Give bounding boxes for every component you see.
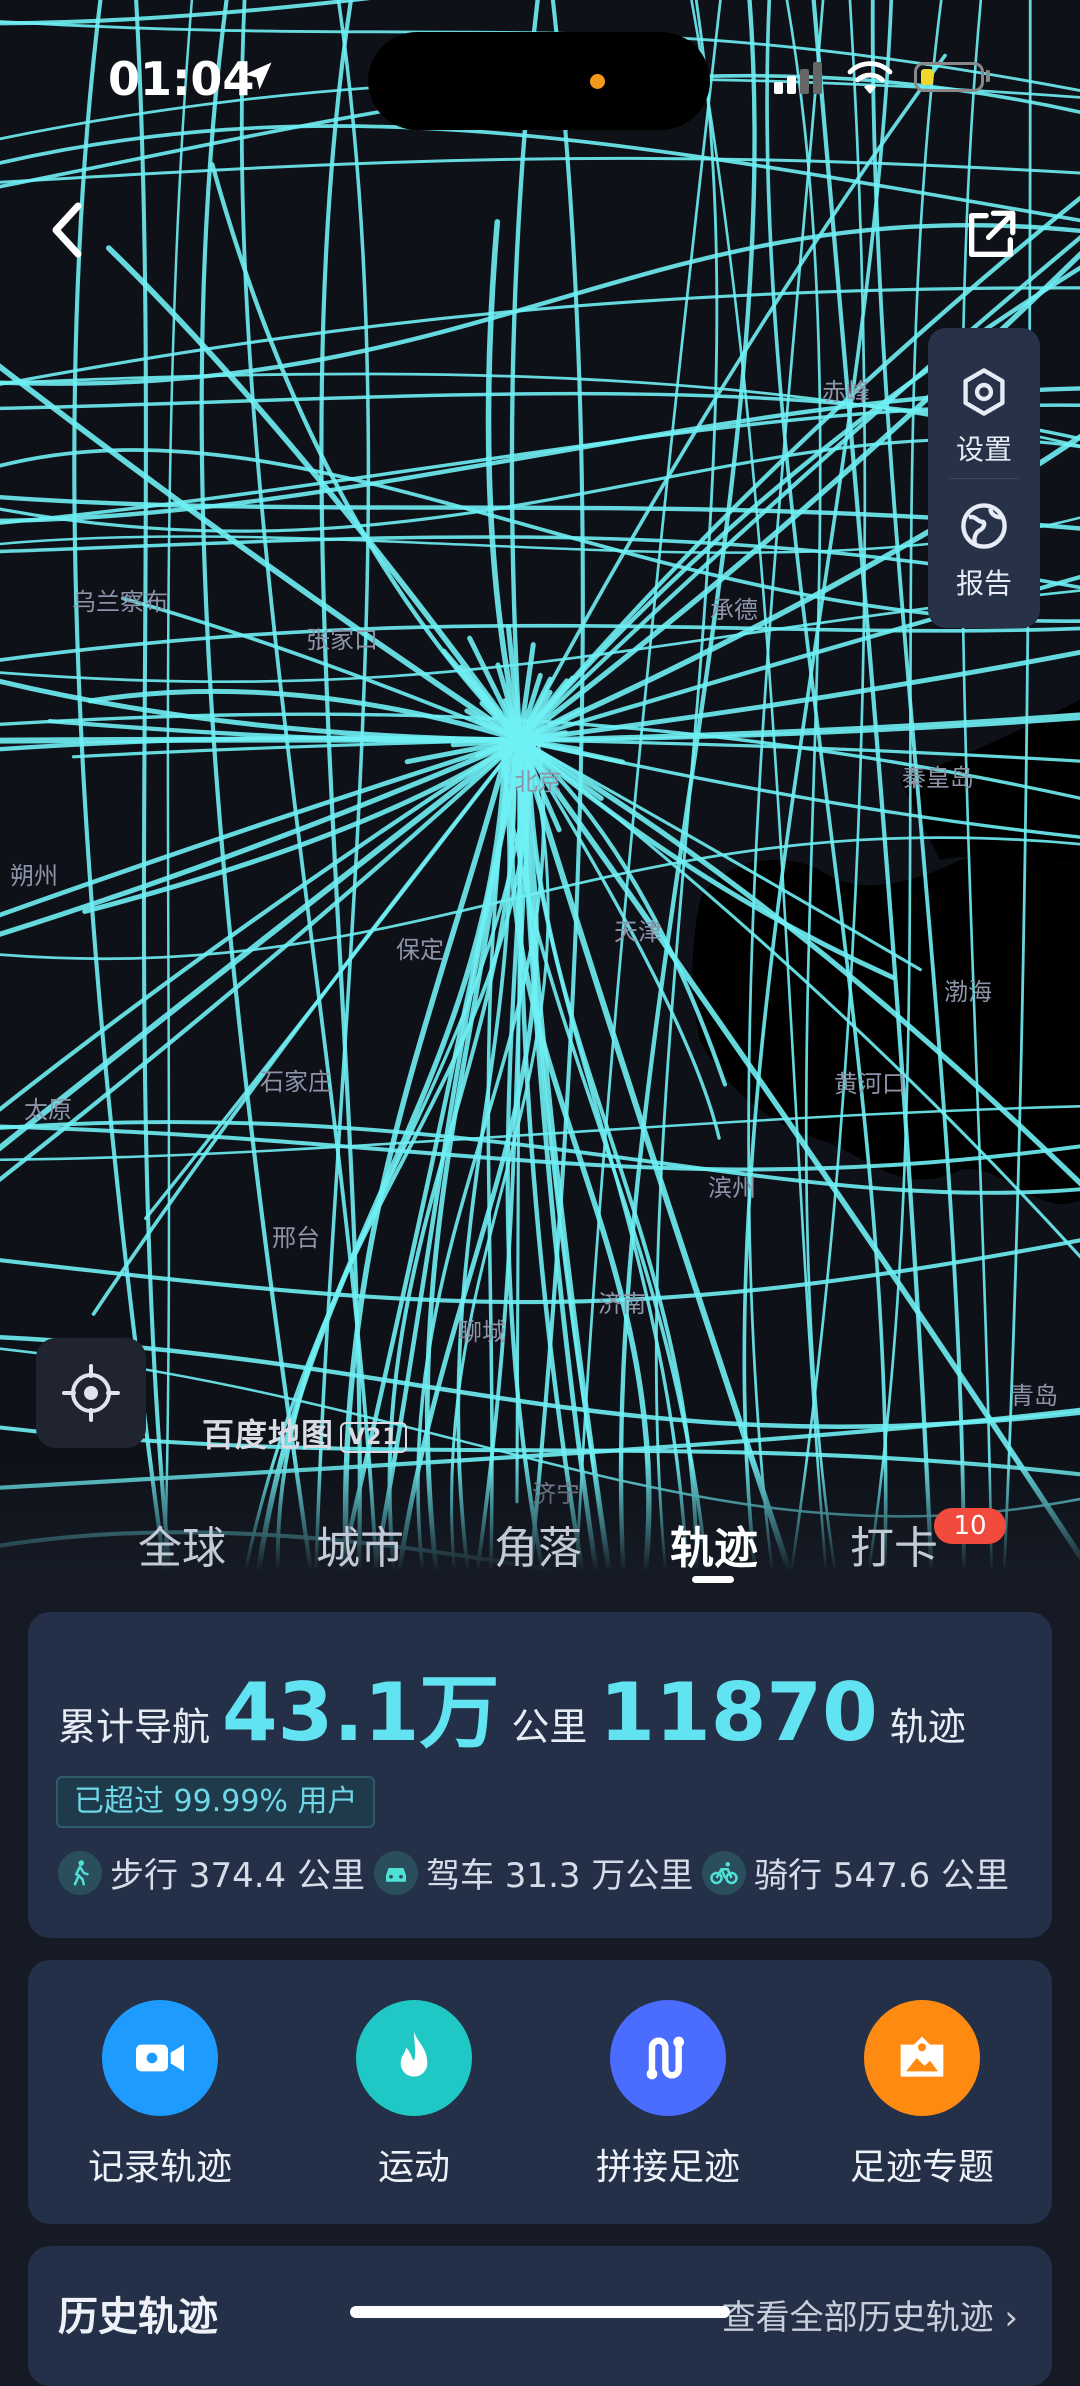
battery-icon (914, 62, 984, 92)
city-label: 承德 (710, 596, 758, 624)
city-label: 赤峰 (822, 378, 870, 406)
settings-label: 设置 (955, 433, 1012, 466)
path-icon (610, 2000, 726, 2116)
walk-stat: 步行 374.4 公里 (58, 1848, 365, 1897)
nav-label: 累计导航 (58, 1705, 211, 1749)
tracks-unit: 轨迹 (889, 1705, 966, 1749)
watermark-text: 百度地图 (202, 1416, 335, 1454)
wifi-icon (847, 61, 893, 94)
drive-text: 驾车 31.3 万公里 (426, 1856, 694, 1896)
home-indicator (350, 2306, 730, 2318)
city-label: 渤海 (944, 978, 992, 1006)
record-track-button[interactable]: 记录轨迹 (60, 2000, 260, 2190)
tab-checkin[interactable]: 打卡 (850, 1512, 938, 1576)
hexagon-gear-icon (963, 368, 1005, 416)
record-track-label: 记录轨迹 (87, 2147, 232, 2188)
distance-value: 43.1万 (222, 1666, 500, 1759)
view-all-history-link[interactable]: 查看全部历史轨迹 › (722, 2290, 1018, 2339)
report-button[interactable]: 报告 (928, 500, 1040, 602)
share-icon[interactable] (962, 206, 1020, 264)
footprint-topics-label: 足迹专题 (849, 2147, 994, 2188)
status-time: 01:04 (108, 52, 255, 106)
video-camera-icon (102, 2000, 218, 2116)
city-label: 滨州 (708, 1174, 756, 1202)
city-label: 济南 (598, 1290, 646, 1318)
city-label: 秦皇岛 (902, 764, 974, 792)
active-tab-indicator (692, 1576, 734, 1583)
history-title: 历史轨迹 (58, 2294, 218, 2340)
city-label: 张家口 (306, 626, 378, 654)
divider (950, 478, 1018, 479)
city-label: 北京 (514, 768, 562, 796)
map-watermark: 百度地图 V21 (202, 1410, 407, 1456)
watermark-version: V21 (340, 1421, 407, 1453)
city-label: 石家庄 (260, 1068, 332, 1096)
summary-card: 累计导航 43.1万 公里 11870 轨迹 已超过 99.99% 用户 步行 374.… (28, 1612, 1052, 1938)
back-chevron-icon[interactable] (48, 200, 88, 260)
sport-button[interactable]: 运动 (314, 2000, 514, 2190)
map-side-panel: 设置 报告 (928, 328, 1040, 628)
join-footprints-button[interactable]: 拼接足迹 (568, 2000, 768, 2190)
tab-tracks[interactable]: 轨迹 (670, 1512, 758, 1576)
locate-button[interactable] (36, 1338, 146, 1448)
city-label: 保定 (396, 936, 444, 964)
cellular-signal-icon (774, 62, 822, 94)
city-label: 聊城 (458, 1318, 506, 1346)
rank-badge: 已超过 99.99% 用户 (56, 1776, 376, 1828)
walk-icon (58, 1850, 102, 1895)
tab-corner[interactable]: 角落 (494, 1512, 582, 1576)
summary-row: 累计导航 43.1万 公里 11870 轨迹 (58, 1648, 966, 1764)
track-lines (0, 0, 1080, 1610)
walk-text: 步行 374.4 公里 (110, 1856, 365, 1896)
city-label: 天津 (614, 918, 662, 946)
city-label: 青岛 (1010, 1382, 1058, 1410)
settings-button[interactable]: 设置 (928, 366, 1040, 468)
actions-card: 记录轨迹 运动 拼接足迹 足迹专题 (28, 1960, 1052, 2224)
tab-city[interactable]: 城市 (316, 1512, 404, 1576)
battery-tip (986, 70, 990, 82)
checkin-badge: 10 (934, 1508, 1006, 1544)
tab-global[interactable]: 全球 (138, 1512, 226, 1576)
recording-dot-icon (590, 74, 605, 89)
bicycle-icon (702, 1850, 746, 1895)
globe-icon (961, 503, 1007, 549)
flame-icon (356, 2000, 472, 2116)
footprint-topics-button[interactable]: 足迹专题 (822, 2000, 1022, 2190)
distance-unit: 公里 (511, 1705, 588, 1749)
drive-stat: 驾车 31.3 万公里 (374, 1848, 693, 1897)
ride-stat: 骑行 547.6 公里 (702, 1848, 1009, 1897)
city-label: 乌兰察布 (72, 588, 168, 616)
city-label: 黄河口 (834, 1070, 906, 1098)
location-arrow-icon (244, 62, 272, 90)
city-label: 朔州 (10, 862, 58, 890)
report-label: 报告 (955, 567, 1012, 600)
city-label: 太原 (24, 1096, 72, 1124)
dynamic-island (368, 32, 710, 130)
ride-text: 骑行 547.6 公里 (754, 1856, 1009, 1896)
map-photo-icon (864, 2000, 980, 2116)
car-icon (374, 1850, 418, 1895)
city-label: 邢台 (272, 1224, 320, 1252)
track-map[interactable]: 赤峰 乌兰察布 张家口 承德 北京 秦皇岛 朔州 天津 保定 渤海 石家庄 黄河… (0, 0, 1080, 1612)
join-footprints-label: 拼接足迹 (595, 2147, 740, 2188)
crosshair-icon (62, 1364, 120, 1422)
sport-label: 运动 (377, 2147, 450, 2188)
tracks-value: 11870 (599, 1666, 878, 1759)
